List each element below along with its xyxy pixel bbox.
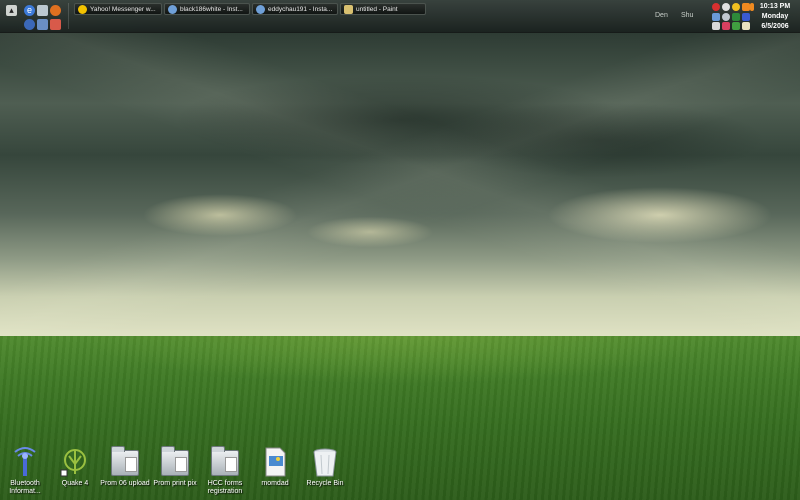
desktop-icon-label: Prom 06 upload (100, 480, 150, 487)
task-label: eddychau191 - Insta... (268, 6, 333, 13)
clock-date: 6/5/2006 (761, 23, 789, 30)
desktop-icon-hcc-forms[interactable]: HCC forms registration (200, 446, 250, 496)
show-desktop-icon[interactable]: ▴ (6, 5, 17, 16)
im-chat-icon (256, 5, 265, 14)
jpeg-file-icon (259, 446, 291, 478)
desktop-icon-quake4[interactable]: Quake 4 (50, 446, 100, 488)
ring-icon[interactable] (722, 13, 730, 21)
bluetooth-icon (9, 446, 41, 478)
den-button[interactable]: Den (655, 12, 668, 19)
quake-icon (59, 446, 91, 478)
recycle-icon[interactable] (37, 5, 48, 16)
desktop-icon-label: HCC forms registration (207, 480, 243, 495)
task-label: black186white - Inst... (180, 6, 243, 13)
clock-day: Monday (761, 13, 789, 20)
paint-icon (344, 5, 353, 14)
system-tray (712, 2, 754, 30)
audio-icon[interactable] (742, 3, 750, 11)
bluetooth-icon[interactable] (742, 13, 750, 21)
desktop-icon-bluetooth[interactable]: Bluetooth Informat... (0, 446, 50, 496)
task-label: Yahoo! Messenger w... (90, 6, 156, 13)
clock[interactable]: 10:13 PM Monday 6/5/2006 (752, 2, 798, 32)
yahoo-smiley-icon (78, 5, 87, 14)
desktop-wallpaper (0, 0, 800, 500)
power-icon[interactable] (732, 22, 740, 30)
task-button-eddychau191[interactable]: eddychau191 - Insta... (252, 3, 338, 15)
recycle-bin-icon (309, 446, 341, 478)
smiley-icon[interactable] (732, 3, 740, 11)
task-label: untitled - Paint (356, 6, 398, 13)
desktop-icon-prom-print-pix[interactable]: Prom print pix (150, 446, 200, 488)
task-button-paint[interactable]: untitled - Paint (340, 3, 426, 15)
globe-icon[interactable]: e (24, 5, 35, 16)
firefox-icon[interactable] (50, 5, 61, 16)
wallpaper-sun-rays (0, 0, 800, 345)
desktop-icon-recycle-bin[interactable]: Recycle Bin (300, 446, 350, 488)
clock-time: 10:13 PM (759, 3, 791, 10)
messenger-icon[interactable] (24, 19, 35, 30)
desktop-icon-label: Prom print pix (153, 480, 197, 487)
network-icon[interactable] (712, 13, 720, 21)
doc-icon[interactable] (742, 22, 750, 30)
folder-icon (159, 446, 191, 478)
task-button-yahoo-messenger[interactable]: Yahoo! Messenger w... (74, 3, 162, 15)
desktop-icon-label: Bluetooth Informat... (9, 480, 41, 495)
circle-icon[interactable] (722, 3, 730, 11)
chat-icon[interactable] (722, 22, 730, 30)
media-icon[interactable] (37, 19, 48, 30)
im-chat-icon (168, 5, 177, 14)
desktop-icon-momdad[interactable]: momdad (250, 446, 300, 488)
taskbar-separator (68, 3, 69, 29)
quick-launch: ▴ e (4, 2, 68, 30)
shu-button[interactable]: Shu (681, 12, 693, 19)
desktop-icon-prom-06-upload[interactable]: Prom 06 upload (100, 446, 150, 488)
task-button-black186white[interactable]: black186white - Inst... (164, 3, 250, 15)
folder-icon (209, 446, 241, 478)
folder-icon (109, 446, 141, 478)
shield-icon[interactable] (732, 13, 740, 21)
taskbar: ▴ e Yahoo! Messenger w... black186white … (0, 0, 800, 33)
app-icon[interactable] (50, 19, 61, 30)
desktop-icon-label: Quake 4 (61, 480, 89, 487)
desktop-icon-label: momdad (261, 480, 289, 487)
volume-icon[interactable] (712, 22, 720, 30)
desktop-icon-label: Recycle Bin (306, 480, 344, 487)
close-red-icon[interactable] (712, 3, 720, 11)
